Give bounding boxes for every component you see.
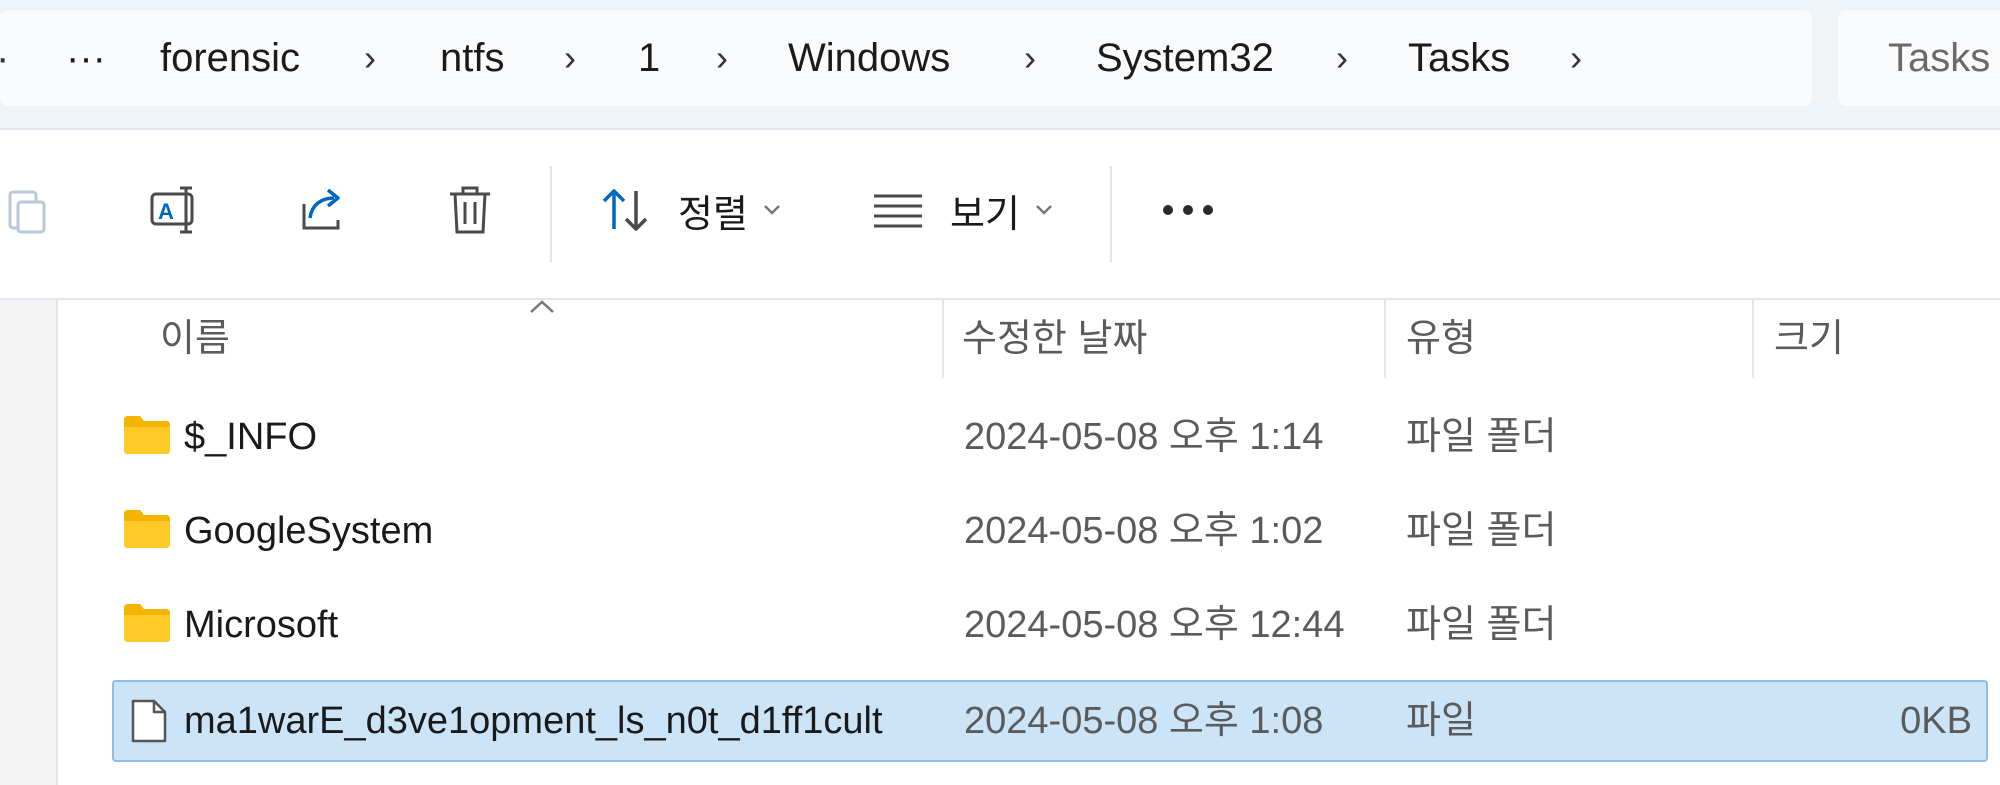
table-row[interactable]: $_INFO 2024-05-08 오후 1:14 파일 폴더: [112, 396, 1988, 478]
rename-icon: A: [148, 182, 204, 238]
toolbar-divider: [550, 166, 552, 262]
navigation-pane-edge[interactable]: [0, 300, 58, 785]
breadcrumb-separator-icon[interactable]: ›: [1024, 10, 1036, 106]
modified-date: 2024-05-08 오후 1:08: [964, 700, 1324, 742]
toolbar-divider: [1110, 166, 1112, 262]
modified-date: 2024-05-08 오후 1:14: [964, 416, 1324, 458]
breadcrumb-item-forensic[interactable]: forensic: [160, 10, 300, 106]
breadcrumb-separator-icon[interactable]: ›: [564, 10, 576, 106]
search-input[interactable]: Tasks: [1838, 10, 2000, 106]
view-button[interactable]: 보기: [872, 170, 1054, 250]
column-resize-handle[interactable]: [1384, 300, 1386, 378]
file-name: Microsoft: [184, 604, 339, 646]
column-header-name[interactable]: 이름: [160, 300, 230, 378]
column-resize-handle[interactable]: [942, 300, 944, 378]
search-placeholder: Tasks: [1888, 36, 1991, 80]
breadcrumb-overflow-button[interactable]: ···: [66, 10, 106, 106]
table-row[interactable]: GoogleSystem 2024-05-08 오후 1:02 파일 폴더: [112, 490, 1988, 572]
file-type: 파일: [1406, 700, 1476, 742]
table-row-selected[interactable]: ma1warE_d3ve1opment_ls_n0t_d1ff1cult 202…: [112, 680, 1988, 762]
breadcrumb-separator-icon[interactable]: ›: [1336, 10, 1348, 106]
address-bar-region: · ··· forensic › ntfs › 1 › Windows › Sy…: [0, 0, 2000, 130]
breadcrumb-item-ntfs[interactable]: ntfs: [440, 10, 504, 106]
view-label: 보기: [950, 193, 1020, 236]
sort-icon: [598, 183, 652, 237]
breadcrumb-item-tasks[interactable]: Tasks: [1408, 10, 1510, 106]
folder-icon: [122, 602, 172, 649]
file-type: 파일 폴더: [1406, 510, 1557, 552]
more-icon: [1160, 202, 1216, 218]
breadcrumb-item-windows[interactable]: Windows: [788, 10, 950, 106]
breadcrumb-separator-icon[interactable]: ›: [364, 10, 376, 106]
sort-ascending-icon: [527, 298, 557, 321]
paste-button[interactable]: [4, 170, 52, 250]
chevron-down-icon: [1034, 203, 1054, 217]
view-icon: [872, 190, 924, 230]
sort-button[interactable]: 정렬: [598, 170, 782, 250]
rename-button[interactable]: A: [148, 170, 204, 250]
more-options-button[interactable]: [1160, 170, 1216, 250]
folder-icon: [122, 414, 172, 461]
modified-date: 2024-05-08 오후 12:44: [964, 604, 1345, 646]
file-name: GoogleSystem: [184, 510, 434, 552]
column-header-modified[interactable]: 수정한 날짜: [962, 300, 1147, 378]
delete-icon: [444, 182, 496, 238]
file-type: 파일 폴더: [1406, 416, 1557, 458]
column-header-type[interactable]: 유형: [1406, 300, 1476, 378]
breadcrumb-item-1[interactable]: 1: [638, 10, 660, 106]
table-row[interactable]: Microsoft 2024-05-08 오후 12:44 파일 폴더: [112, 584, 1988, 666]
breadcrumb-edge-glyph: ·: [0, 10, 9, 106]
file-size: 0KB: [1900, 700, 1972, 742]
folder-icon: [122, 508, 172, 555]
share-button[interactable]: [296, 170, 352, 250]
breadcrumb[interactable]: · ··· forensic › ntfs › 1 › Windows › Sy…: [0, 10, 1812, 106]
delete-button[interactable]: [444, 170, 496, 250]
file-name: $_INFO: [184, 416, 318, 458]
svg-text:A: A: [158, 199, 174, 224]
share-icon: [296, 182, 352, 238]
column-resize-handle[interactable]: [1752, 300, 1754, 378]
breadcrumb-separator-icon[interactable]: ›: [1570, 10, 1582, 106]
command-bar: A 정렬 보기: [0, 130, 2000, 300]
file-icon: [130, 698, 168, 749]
chevron-down-icon: [762, 203, 782, 217]
breadcrumb-separator-icon[interactable]: ›: [716, 10, 728, 106]
paste-icon: [4, 184, 52, 236]
file-type: 파일 폴더: [1406, 604, 1557, 646]
breadcrumb-item-system32[interactable]: System32: [1096, 10, 1274, 106]
modified-date: 2024-05-08 오후 1:02: [964, 510, 1324, 552]
file-name: ma1warE_d3ve1opment_ls_n0t_d1ff1cult: [184, 700, 883, 742]
column-header-size[interactable]: 크기: [1774, 300, 1844, 378]
sort-label: 정렬: [678, 193, 748, 236]
